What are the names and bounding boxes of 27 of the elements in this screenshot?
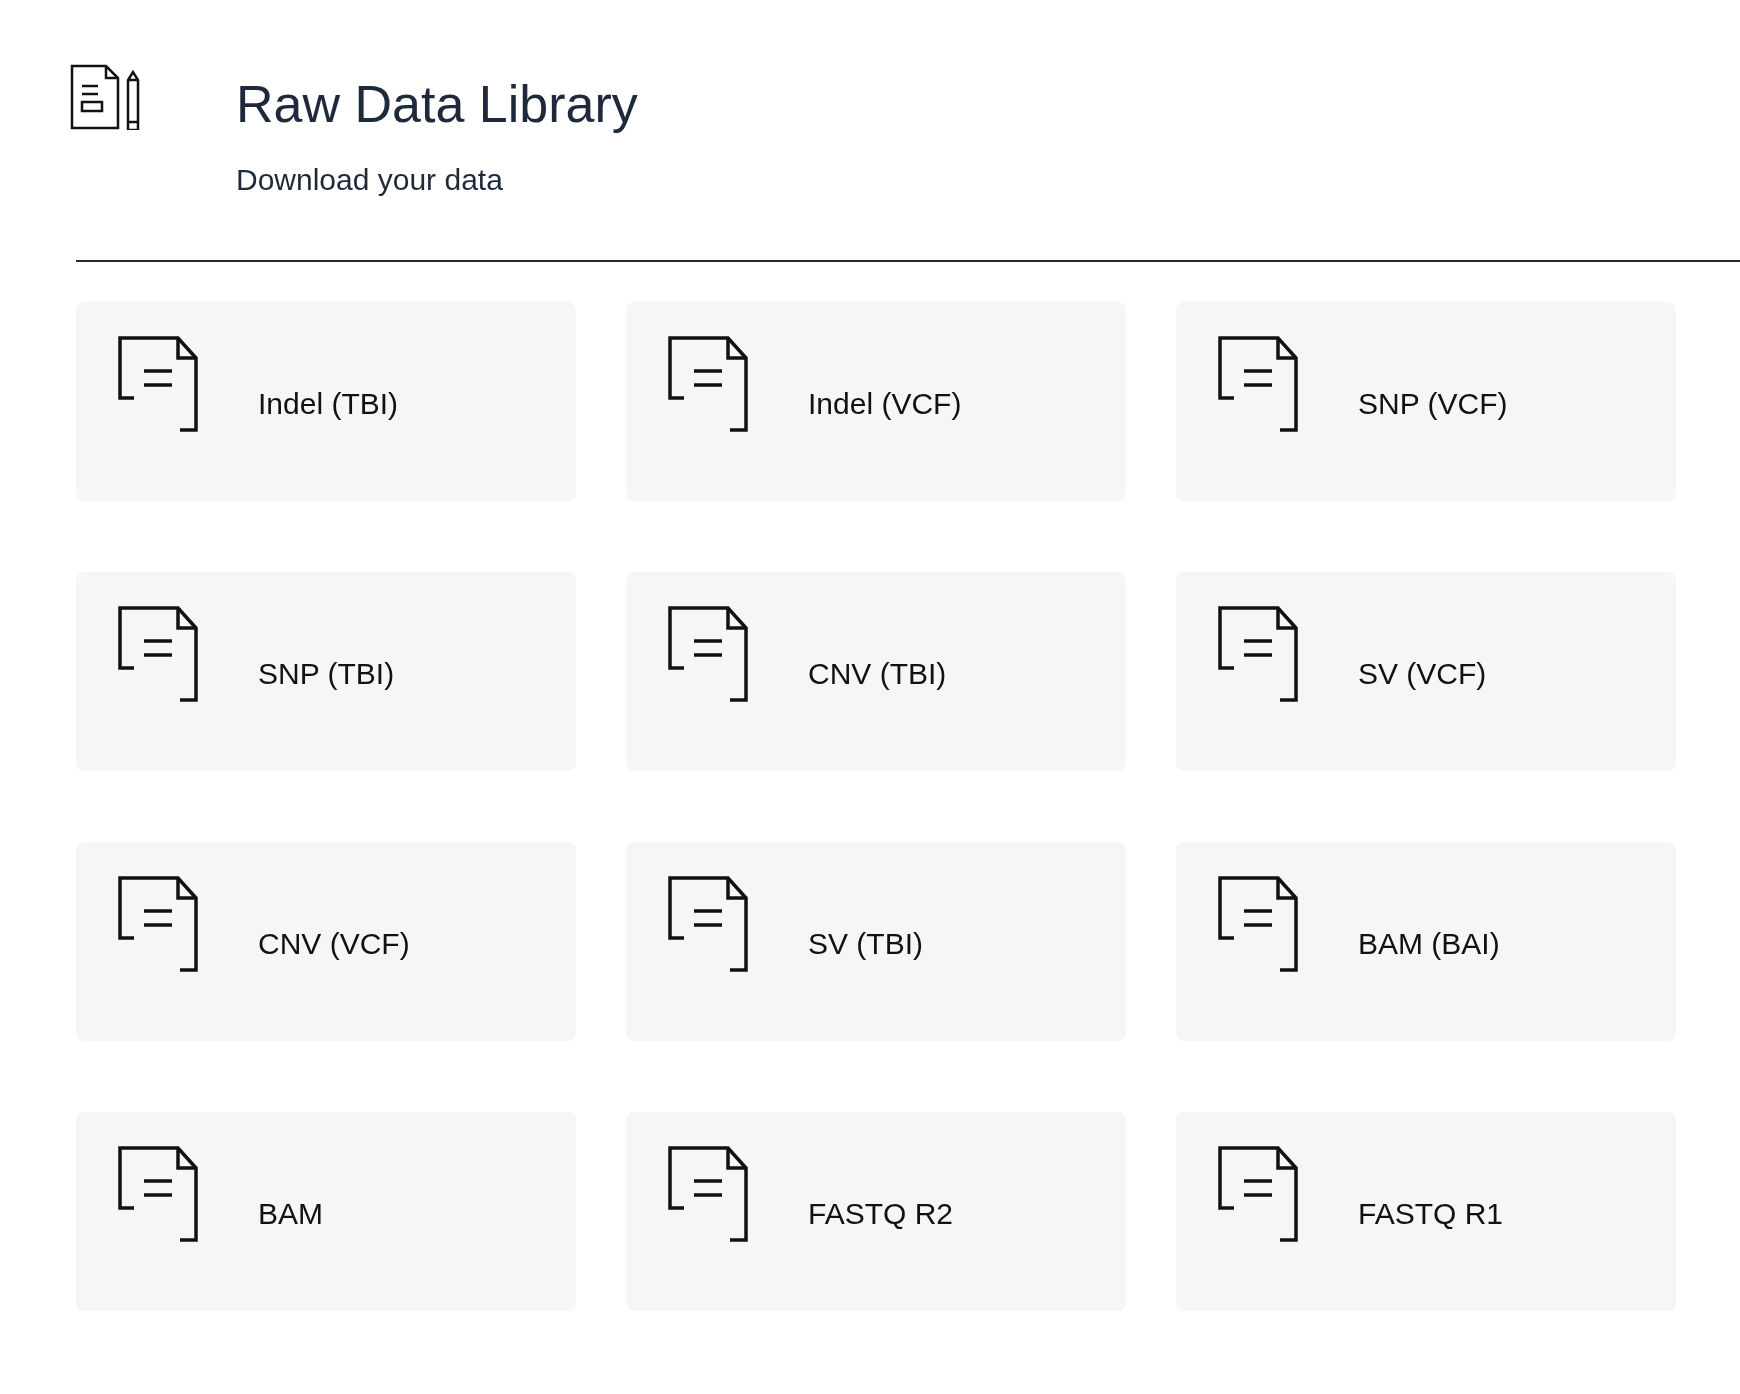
download-card[interactable]: SNP (TBI) — [76, 572, 576, 771]
document-icon — [1218, 876, 1298, 972]
page-subtitle: Download your data — [236, 162, 504, 198]
document-icon — [118, 876, 198, 972]
document-pencil-icon — [70, 64, 140, 130]
document-icon — [668, 1146, 748, 1242]
download-card[interactable]: Indel (TBI) — [76, 302, 576, 501]
document-icon — [118, 606, 198, 702]
download-card[interactable]: FASTQ R1 — [1176, 1112, 1676, 1311]
download-card[interactable]: BAM (BAI) — [1176, 842, 1676, 1041]
document-icon — [1218, 606, 1298, 702]
download-card[interactable]: Indel (VCF) — [626, 302, 1126, 501]
page-title: Raw Data Library — [236, 74, 638, 134]
document-icon — [1218, 336, 1298, 432]
document-icon — [668, 876, 748, 972]
download-card[interactable]: SV (VCF) — [1176, 572, 1676, 771]
document-icon — [1218, 1146, 1298, 1242]
download-card[interactable]: CNV (VCF) — [76, 842, 576, 1041]
download-card[interactable]: BAM — [76, 1112, 576, 1311]
download-card[interactable]: SV (TBI) — [626, 842, 1126, 1041]
document-icon — [118, 336, 198, 432]
download-card[interactable]: SNP (VCF) — [1176, 302, 1676, 501]
document-icon — [668, 336, 748, 432]
download-card[interactable]: FASTQ R2 — [626, 1112, 1126, 1311]
download-card[interactable]: CNV (TBI) — [626, 572, 1126, 771]
document-icon — [668, 606, 748, 702]
document-icon — [118, 1146, 198, 1242]
